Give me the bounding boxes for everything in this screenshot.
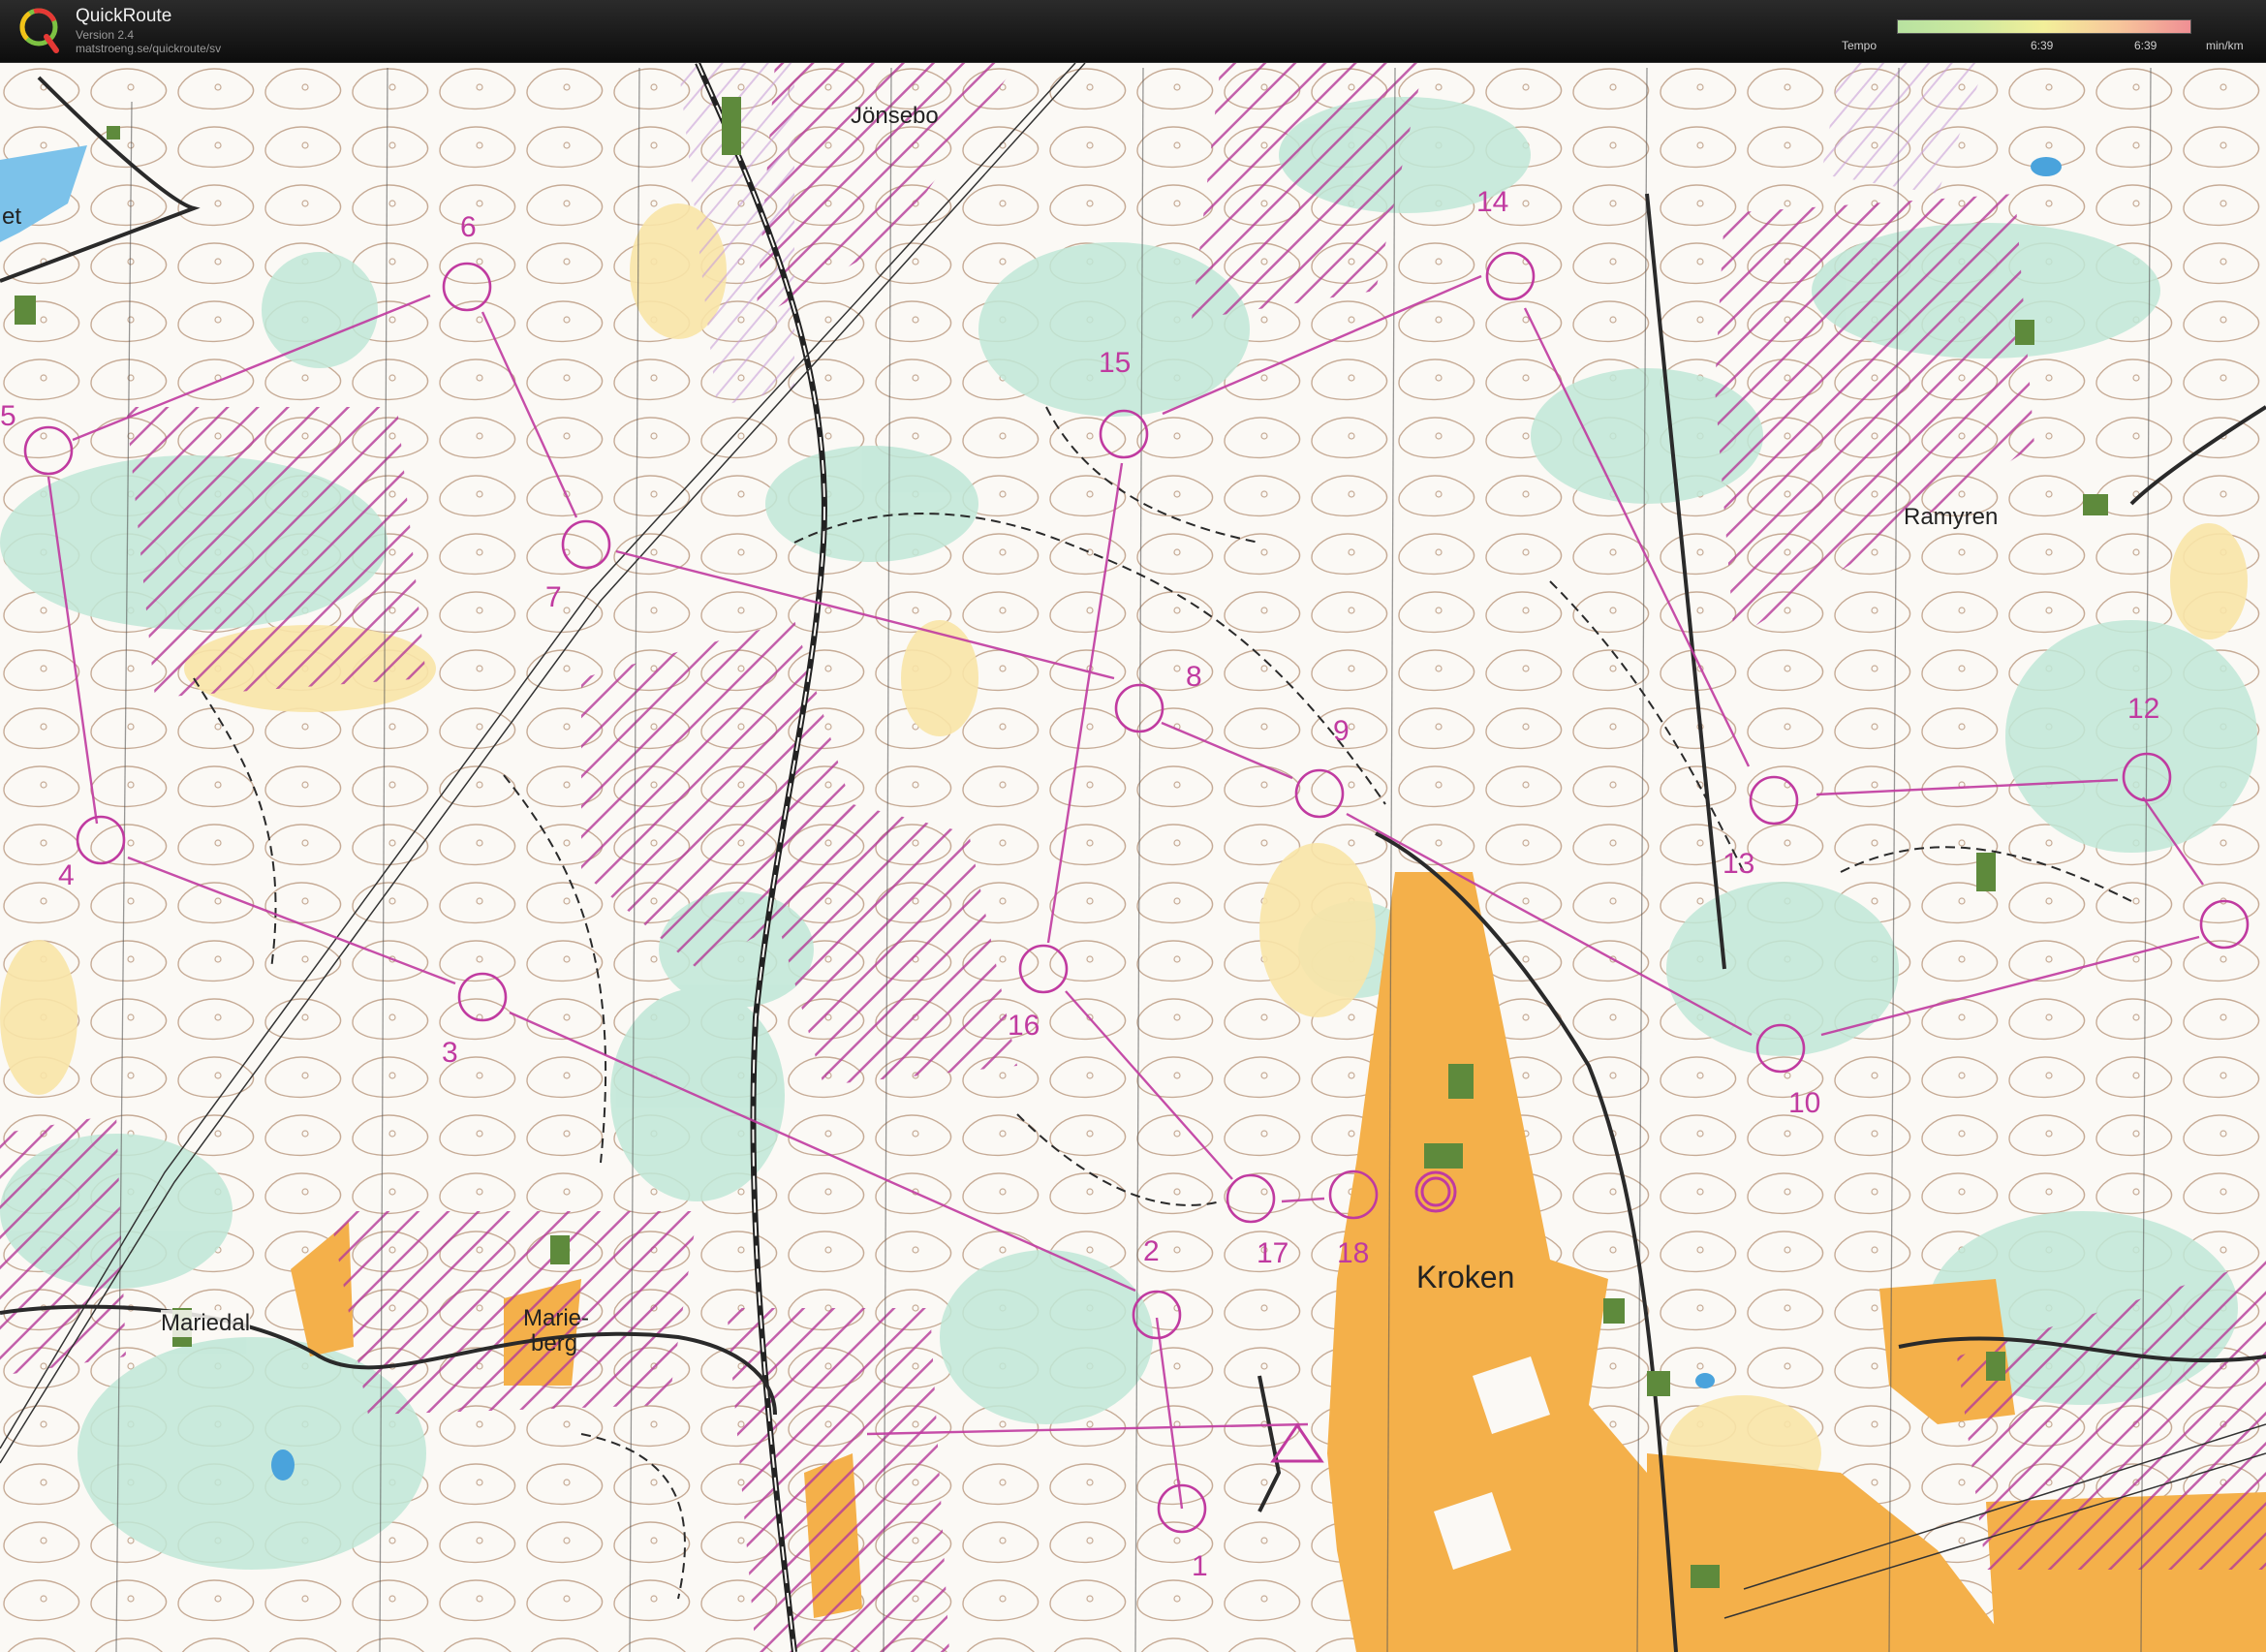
place-name-ramyren: Ramyren <box>1904 504 1999 530</box>
control-number-5: 5 <box>0 400 16 432</box>
control-number-14: 14 <box>1476 186 1509 218</box>
control-number-8: 8 <box>1186 661 1202 693</box>
map-drawing <box>0 63 2266 1652</box>
control-number-18: 18 <box>1337 1237 1370 1269</box>
place-name-jonsebo: Jönsebo <box>851 103 939 129</box>
control-number-4: 4 <box>58 859 75 891</box>
control-number-6: 6 <box>460 211 477 243</box>
app-version: Version 2.4 <box>76 28 135 42</box>
control-number-9: 9 <box>1333 715 1350 747</box>
tempo-color-scale <box>1897 19 2191 34</box>
title-bar: QuickRoute Version 2.4 matstroeng.se/qui… <box>0 0 2266 63</box>
place-name-mariedal: Mariedal <box>161 1310 251 1337</box>
legend-label: Tempo <box>1842 39 1878 52</box>
control-number-1: 1 <box>1192 1550 1208 1582</box>
control-number-16: 16 <box>1008 1010 1040 1042</box>
legend-unit: min/km <box>2206 39 2244 52</box>
control-number-2: 2 <box>1143 1235 1160 1267</box>
legend-tick-2: 6:39 <box>2134 39 2157 52</box>
control-number-12: 12 <box>2127 693 2160 725</box>
place-name-marieberg-line1: Marie- <box>523 1305 590 1331</box>
legend-tick-1: 6:39 <box>2031 39 2054 52</box>
app-name: QuickRoute <box>76 6 172 26</box>
orienteering-map[interactable]: Jönsebo Ramyren Kroken Mariedal Marie- b… <box>0 63 2266 1652</box>
place-name-kroken: Kroken <box>1416 1260 1515 1294</box>
control-number-17: 17 <box>1257 1237 1289 1269</box>
place-name-marieberg-line2: berg <box>531 1330 578 1356</box>
control-number-7: 7 <box>545 581 562 613</box>
control-number-10: 10 <box>1788 1087 1821 1119</box>
app-url: matstroeng.se/quickroute/sv <box>76 42 222 55</box>
control-number-13: 13 <box>1723 848 1755 880</box>
control-number-3: 3 <box>442 1037 458 1069</box>
quickroute-logo-icon <box>19 8 59 53</box>
control-number-15: 15 <box>1099 347 1132 379</box>
place-name-edge: et <box>2 203 22 230</box>
